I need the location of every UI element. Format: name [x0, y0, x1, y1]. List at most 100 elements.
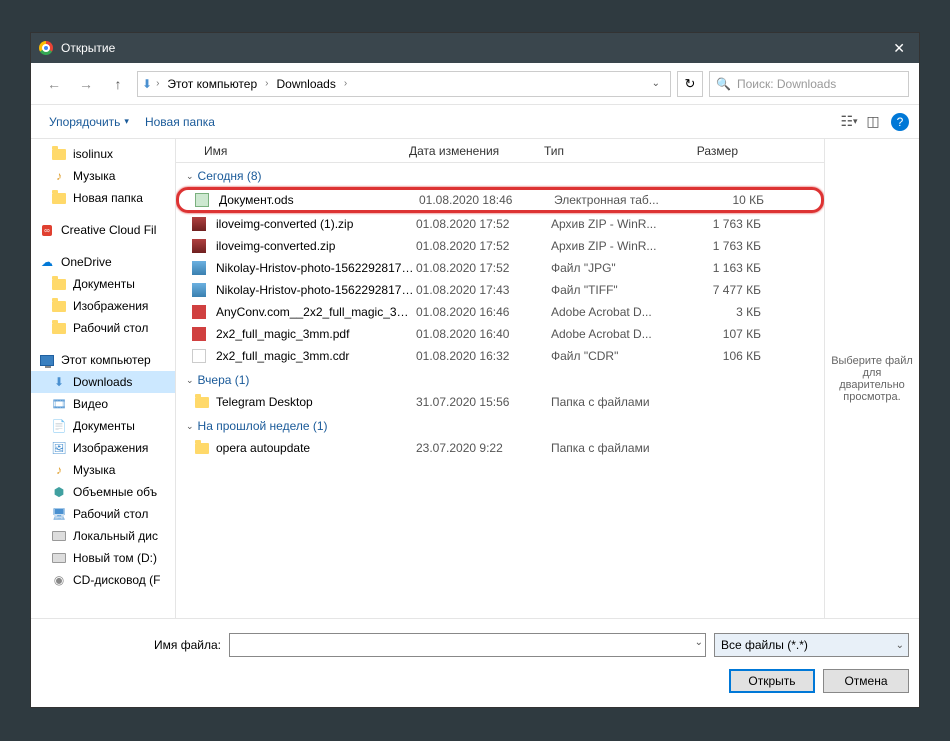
- sidebar-item[interactable]: ⬢Объемные объ: [31, 481, 175, 503]
- dropdown-icon[interactable]: ⌄: [896, 640, 904, 651]
- file-type: Папка с файлами: [551, 441, 681, 455]
- filetype-filter[interactable]: Все файлы (*.*) ⌄: [714, 633, 909, 657]
- sidebar-item[interactable]: 🎞Видео: [31, 393, 175, 415]
- sidebar-item-label: Документы: [73, 277, 135, 291]
- col-name[interactable]: Имя: [176, 144, 401, 158]
- pc-icon: [39, 352, 55, 368]
- file-row[interactable]: 2x2_full_magic_3mm.pdf01.08.2020 16:40Ad…: [176, 323, 824, 345]
- file-row[interactable]: iloveimg-converted (1).zip01.08.2020 17:…: [176, 213, 824, 235]
- file-row[interactable]: Nikolay-Hristov-photo-1562292817-58d2...…: [176, 279, 824, 301]
- up-button[interactable]: ↑: [105, 71, 131, 97]
- chevron-icon[interactable]: ›: [342, 78, 349, 89]
- chevron-icon[interactable]: ›: [263, 78, 270, 89]
- sidebar-item[interactable]: ♪Музыка: [31, 459, 175, 481]
- group-title: Сегодня (8): [198, 169, 262, 183]
- col-type[interactable]: Тип: [536, 144, 666, 158]
- sidebar-item-label: Рабочий стол: [73, 321, 148, 335]
- sidebar-item-label: Видео: [73, 397, 108, 411]
- sidebar-item[interactable]: ◉CD-дисковод (F: [31, 569, 175, 591]
- search-box[interactable]: 🔍 Поиск: Downloads: [709, 71, 909, 97]
- sidebar-item[interactable]: ∞Creative Cloud Fil: [31, 219, 175, 241]
- path-box[interactable]: ⬇ › Этот компьютер › Downloads › ⌄: [137, 71, 671, 97]
- file-name: opera autoupdate: [216, 441, 416, 455]
- file-name: Nikolay-Hristov-photo-1562292817-58d2...: [216, 283, 416, 297]
- sidebar-item-label: Рабочий стол: [73, 507, 148, 521]
- sidebar-item[interactable]: Рабочий стол: [31, 317, 175, 339]
- sidebar-item[interactable]: 🖼Изображения: [31, 437, 175, 459]
- downloads-icon: ⬇: [51, 374, 67, 390]
- file-icon: [194, 216, 210, 232]
- file-row[interactable]: AnyConv.com__2x2_full_magic_3mm.pdf01.08…: [176, 301, 824, 323]
- file-row[interactable]: Nikolay-Hristov-photo-1562292817-58d2...…: [176, 257, 824, 279]
- help-button[interactable]: ?: [891, 113, 909, 131]
- group-header[interactable]: ⌄На прошлой неделе (1): [176, 413, 824, 437]
- sidebar-item[interactable]: Локальный дис: [31, 525, 175, 547]
- open-button[interactable]: Открыть: [729, 669, 815, 693]
- sidebar-item[interactable]: ⬇Downloads: [31, 371, 175, 393]
- file-size: 10 КБ: [684, 193, 764, 207]
- file-icon: [194, 282, 210, 298]
- col-size[interactable]: Размер: [666, 144, 746, 158]
- file-date: 01.08.2020 17:52: [416, 239, 551, 253]
- titlebar: Открытие ✕: [31, 33, 919, 63]
- file-date: 01.08.2020 16:32: [416, 349, 551, 363]
- group-header[interactable]: ⌄Вчера (1): [176, 367, 824, 391]
- forward-button[interactable]: →: [73, 71, 99, 97]
- file-size: 1 763 КБ: [681, 239, 761, 253]
- sidebar-item[interactable]: Новая папка: [31, 187, 175, 209]
- sidebar-item[interactable]: ♪Музыка: [31, 165, 175, 187]
- file-date: 23.07.2020 9:22: [416, 441, 551, 455]
- file-row[interactable]: Документ.ods01.08.2020 18:46Электронная …: [176, 187, 824, 213]
- file-size: 7 477 КБ: [681, 283, 761, 297]
- footer: Имя файла: ⌄ Все файлы (*.*) ⌄ Открыть О…: [31, 618, 919, 707]
- drive-icon: [51, 528, 67, 544]
- sidebar-item[interactable]: 🖥Рабочий стол: [31, 503, 175, 525]
- refresh-button[interactable]: ↻: [677, 71, 703, 97]
- sidebar-item[interactable]: Изображения: [31, 295, 175, 317]
- file-row[interactable]: iloveimg-converted.zip01.08.2020 17:52Ар…: [176, 235, 824, 257]
- file-date: 01.08.2020 17:52: [416, 217, 551, 231]
- new-folder-button[interactable]: Новая папка: [137, 111, 223, 133]
- cancel-button[interactable]: Отмена: [823, 669, 909, 693]
- back-button[interactable]: ←: [41, 71, 67, 97]
- sidebar-item[interactable]: ☁OneDrive: [31, 251, 175, 273]
- file-type: Файл "CDR": [551, 349, 681, 363]
- folder-icon: [51, 298, 67, 314]
- file-date: 01.08.2020 17:52: [416, 261, 551, 275]
- sidebar-item[interactable]: Документы: [31, 273, 175, 295]
- pics-icon: 🖼: [51, 440, 67, 456]
- close-button[interactable]: ✕: [887, 40, 911, 57]
- sidebar-item[interactable]: Этот компьютер: [31, 349, 175, 371]
- filename-dropdown[interactable]: ⌄: [695, 637, 703, 648]
- file-row[interactable]: Telegram Desktop31.07.2020 15:56Папка с …: [176, 391, 824, 413]
- preview-pane-button[interactable]: ◫: [861, 110, 885, 134]
- sidebar-item-label: CD-дисковод (F: [73, 573, 160, 587]
- sidebar: isolinux♪МузыкаНовая папка∞Creative Clou…: [31, 139, 176, 618]
- organize-menu[interactable]: Упорядочить ▾: [41, 111, 137, 133]
- sidebar-item[interactable]: 📄Документы: [31, 415, 175, 437]
- sidebar-item[interactable]: isolinux: [31, 143, 175, 165]
- file-icon: [194, 326, 210, 342]
- file-icon: [197, 192, 213, 208]
- sidebar-item-label: Музыка: [73, 463, 115, 477]
- preview-pane: Выберите файл для дварительно просмотра.: [824, 139, 919, 618]
- view-options-button[interactable]: ☷ ▾: [837, 110, 861, 134]
- sidebar-item[interactable]: Новый том (D:): [31, 547, 175, 569]
- file-row[interactable]: opera autoupdate23.07.2020 9:22Папка с ф…: [176, 437, 824, 459]
- file-type: Папка с файлами: [551, 395, 681, 409]
- file-date: 01.08.2020 17:43: [416, 283, 551, 297]
- path-seg-downloads[interactable]: Downloads: [272, 77, 339, 91]
- open-file-dialog: Открытие ✕ ← → ↑ ⬇ › Этот компьютер › Do…: [30, 32, 920, 708]
- path-dropdown[interactable]: ⌄: [646, 78, 666, 89]
- path-seg-pc[interactable]: Этот компьютер: [163, 77, 261, 91]
- file-name: Telegram Desktop: [216, 395, 416, 409]
- file-size: 1 163 КБ: [681, 261, 761, 275]
- file-row[interactable]: 2x2_full_magic_3mm.cdr01.08.2020 16:32Фа…: [176, 345, 824, 367]
- col-date[interactable]: Дата изменения: [401, 144, 536, 158]
- group-header[interactable]: ⌄Сегодня (8): [176, 163, 824, 187]
- sidebar-item-label: Creative Cloud Fil: [61, 223, 156, 237]
- filename-input[interactable]: ⌄: [229, 633, 706, 657]
- file-icon: [194, 394, 210, 410]
- chevron-icon[interactable]: ›: [154, 78, 161, 89]
- sidebar-item-label: Новый том (D:): [73, 551, 157, 565]
